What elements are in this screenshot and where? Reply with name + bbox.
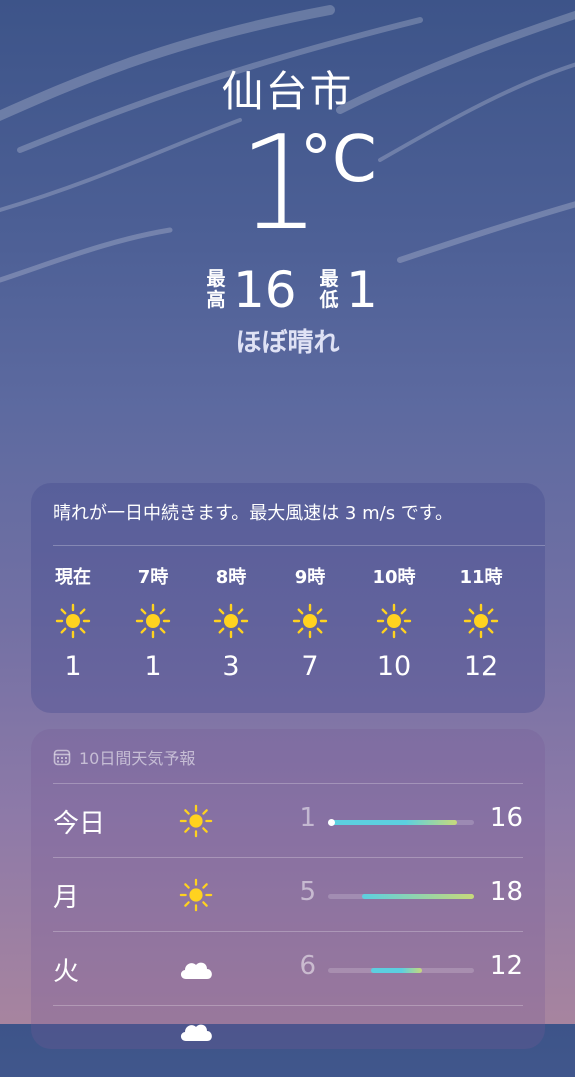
high-temperature: 最高 16 bbox=[205, 261, 297, 319]
calendar-icon bbox=[53, 749, 71, 766]
current-temp-indicator bbox=[328, 819, 335, 826]
hour-temp: 7 bbox=[301, 651, 319, 682]
sun-icon bbox=[376, 603, 412, 639]
hour-label: 11時 bbox=[459, 567, 503, 588]
sun-icon bbox=[135, 603, 171, 639]
hour-temp: 3 bbox=[222, 651, 240, 682]
divider bbox=[53, 931, 523, 932]
forecast-low: 6 bbox=[299, 951, 316, 981]
forecast-day: 月 bbox=[53, 883, 80, 913]
divider bbox=[53, 857, 523, 858]
hour-label: 9時 bbox=[294, 567, 326, 588]
hour-item: 7時 1 bbox=[118, 563, 188, 682]
hour-item: 10時 10 bbox=[359, 563, 429, 682]
high-label: 最高 bbox=[206, 268, 226, 311]
hourly-forecast-card[interactable]: 晴れが一日中続きます。最大風速は 3 m/s です。 現在 1 7時 1 8時 … bbox=[31, 483, 545, 713]
low-temperature: 最低 1 bbox=[318, 261, 378, 319]
sun-icon bbox=[55, 603, 91, 639]
hour-temp: 1 bbox=[64, 651, 82, 682]
forecast-row[interactable]: 火 6 12 bbox=[31, 931, 545, 1003]
sun-icon bbox=[292, 603, 328, 639]
forecast-day: 今日 bbox=[53, 809, 106, 839]
hour-label: 7時 bbox=[137, 567, 169, 588]
cloud-icon bbox=[180, 962, 212, 979]
hour-temp: 12 bbox=[463, 651, 499, 682]
forecast-title: 10日間天気予報 bbox=[79, 749, 196, 768]
temperature-range-track bbox=[328, 819, 474, 826]
high-value: 16 bbox=[233, 261, 297, 319]
hour-temp: 1 bbox=[144, 651, 162, 682]
sun-icon bbox=[463, 603, 499, 639]
temperature-range-bar bbox=[328, 820, 457, 825]
forecast-high: 12 bbox=[489, 951, 523, 981]
hourly-summary: 晴れが一日中続きます。最大風速は 3 m/s です。 bbox=[53, 503, 453, 524]
forecast-low: 1 bbox=[299, 803, 316, 833]
condition-text: ほぼ晴れ bbox=[235, 328, 340, 358]
forecast-high: 18 bbox=[489, 877, 523, 907]
forecast-high: 16 bbox=[489, 803, 523, 833]
divider bbox=[53, 783, 523, 784]
forecast-row[interactable]: 今日 1 16 bbox=[31, 783, 545, 855]
hour-item: 9時 7 bbox=[275, 563, 345, 682]
hour-label: 8時 bbox=[215, 567, 247, 588]
temperature-range-track bbox=[328, 968, 474, 973]
divider bbox=[53, 1005, 523, 1006]
temperature-range-bar bbox=[370, 968, 423, 973]
forecast-row[interactable] bbox=[31, 1005, 545, 1077]
ten-day-forecast-card[interactable]: 10日間天気予報 今日 1 16 月 5 18 火 6 12 bbox=[31, 729, 545, 1049]
hour-item: 8時 3 bbox=[196, 563, 266, 682]
hour-label: 10時 bbox=[372, 567, 416, 588]
hour-item: 11時 12 bbox=[446, 563, 516, 682]
forecast-row[interactable]: 月 5 18 bbox=[31, 857, 545, 929]
low-label: 最低 bbox=[319, 268, 339, 311]
sun-icon bbox=[213, 603, 249, 639]
temperature-unit: °C bbox=[300, 123, 377, 197]
hour-item: 現在 1 bbox=[38, 563, 108, 682]
temperature-range-track bbox=[328, 894, 474, 899]
cloud-icon bbox=[180, 1024, 212, 1041]
sun-icon bbox=[179, 804, 213, 838]
hour-temp: 10 bbox=[376, 651, 412, 682]
low-value: 1 bbox=[346, 261, 378, 319]
forecast-day: 火 bbox=[53, 957, 80, 987]
temperature-range-bar bbox=[362, 894, 474, 899]
hour-label: 現在 bbox=[55, 567, 91, 588]
sun-icon bbox=[179, 878, 213, 912]
forecast-low: 5 bbox=[299, 877, 316, 907]
divider bbox=[53, 545, 545, 546]
forecast-header: 10日間天気予報 bbox=[53, 745, 195, 769]
